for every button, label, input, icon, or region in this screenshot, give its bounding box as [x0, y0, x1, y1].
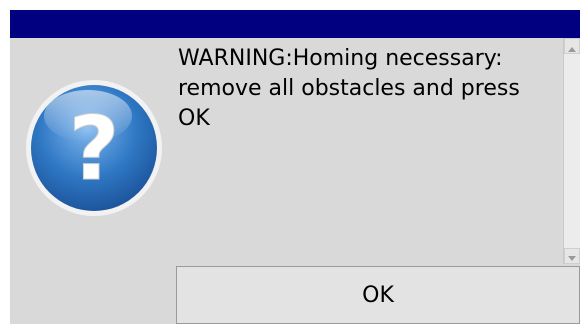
dialog-body: ? WARNING:Homing necessary: remove all o… — [10, 38, 580, 324]
scroll-down-button[interactable] — [564, 248, 580, 264]
scroll-up-button[interactable] — [564, 38, 580, 54]
message-scrollbar[interactable] — [563, 38, 580, 264]
ok-button[interactable]: OK — [176, 266, 580, 324]
svg-text:?: ? — [68, 97, 119, 200]
warning-message: WARNING:Homing necessary: remove all obs… — [178, 46, 520, 131]
question-icon: ? — [22, 76, 166, 220]
chevron-down-icon — [568, 247, 576, 266]
chevron-up-icon — [568, 37, 576, 56]
dialog-titlebar[interactable] — [10, 10, 580, 38]
